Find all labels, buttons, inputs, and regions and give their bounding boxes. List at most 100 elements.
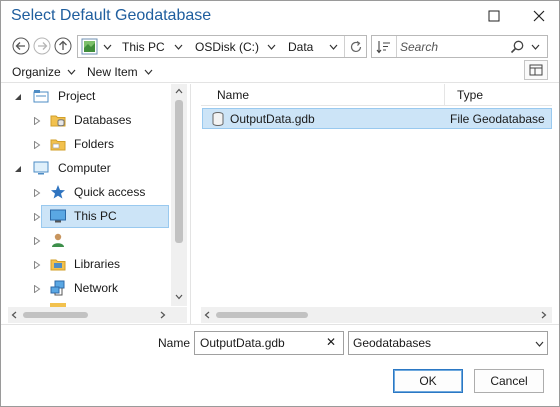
tree-label: Network	[74, 281, 119, 295]
collapsed-arrow-icon[interactable]	[33, 117, 41, 125]
refresh-button[interactable]	[347, 38, 365, 56]
name-label: Name	[158, 336, 191, 350]
list-horizontal-scrollbar[interactable]	[201, 307, 552, 323]
scroll-up-arrow-icon[interactable]	[175, 88, 183, 94]
filter-value: Geodatabases	[353, 336, 432, 350]
collapsed-arrow-icon[interactable]	[33, 285, 41, 293]
tree-label: Project	[58, 89, 96, 103]
tree-item-databases[interactable]: Databases	[0, 109, 170, 132]
column-type[interactable]: Type	[457, 88, 483, 102]
scroll-right-arrow-icon[interactable]	[160, 311, 166, 319]
column-name[interactable]: Name	[217, 88, 249, 102]
navigation-tree[interactable]: Project Databases Folders Computer Quick…	[0, 83, 188, 324]
back-arrow-icon	[12, 37, 30, 55]
scrollbar-thumb[interactable]	[175, 100, 183, 243]
name-input[interactable]	[200, 335, 320, 351]
tree-horizontal-scrollbar[interactable]	[8, 307, 171, 323]
tree-item-project[interactable]: Project	[0, 85, 170, 108]
organize-label: Organize	[12, 65, 61, 79]
sort-icon	[376, 41, 390, 54]
scroll-left-arrow-icon[interactable]	[204, 311, 210, 319]
tree-item-user[interactable]	[0, 229, 170, 252]
tree-item-folders[interactable]: Folders	[0, 133, 170, 156]
tree-item-libraries[interactable]: Libraries	[0, 253, 170, 276]
tree-item-this-pc[interactable]: This PC	[0, 205, 170, 228]
name-field[interactable]: ✕	[194, 331, 344, 355]
scrollbar-thumb[interactable]	[23, 312, 88, 318]
column-divider[interactable]	[444, 84, 445, 106]
breadcrumb-this-pc[interactable]: This PC	[122, 40, 165, 54]
tree-vertical-scrollbar[interactable]	[171, 84, 187, 306]
scroll-down-arrow-icon[interactable]	[175, 294, 183, 300]
collapsed-arrow-icon[interactable]	[33, 213, 41, 221]
divider	[0, 324, 560, 325]
close-icon	[533, 10, 545, 22]
details-pane-icon	[529, 64, 543, 76]
breadcrumb-osdisk[interactable]: OSDisk (C:)	[195, 40, 259, 54]
forward-button[interactable]	[33, 37, 51, 55]
project-icon	[33, 90, 49, 103]
chevron-down-icon	[144, 69, 153, 75]
database-folder-icon	[50, 115, 66, 127]
chevron-down-icon[interactable]	[531, 44, 540, 50]
computer-icon	[33, 161, 49, 175]
tree-label: Computer	[58, 161, 111, 175]
organize-menu[interactable]: Organize	[12, 63, 76, 81]
collapsed-arrow-icon[interactable]	[33, 189, 41, 197]
pane-splitter[interactable]	[190, 84, 191, 324]
chevron-down-icon[interactable]	[535, 341, 544, 347]
up-button[interactable]	[54, 37, 72, 55]
clear-icon[interactable]: ✕	[326, 335, 336, 349]
breadcrumb-data[interactable]: Data	[288, 40, 313, 54]
forward-arrow-icon	[33, 37, 51, 55]
chevron-down-icon[interactable]	[329, 44, 338, 50]
chevron-down-icon[interactable]	[267, 44, 276, 50]
divider	[396, 36, 397, 57]
search-input[interactable]	[400, 37, 510, 56]
scrollbar-corner	[171, 307, 187, 323]
chevron-down-icon[interactable]	[103, 44, 112, 50]
geodatabase-icon	[212, 112, 224, 126]
scroll-right-arrow-icon[interactable]	[541, 311, 547, 319]
address-bar[interactable]: This PC OSDisk (C:) Data	[77, 35, 367, 58]
search-box[interactable]	[371, 35, 548, 58]
scroll-left-arrow-icon[interactable]	[11, 311, 17, 319]
tree-label: Folders	[74, 137, 115, 151]
view-toggle-button[interactable]	[524, 60, 548, 80]
user-icon	[52, 233, 64, 247]
monitor-icon	[50, 209, 66, 223]
list-item[interactable]: OutputData.gdb File Geodatabase	[202, 108, 552, 129]
close-button[interactable]	[527, 5, 551, 27]
folder-icon	[50, 139, 66, 151]
collapsed-arrow-icon[interactable]	[33, 261, 41, 269]
tree-item-computer[interactable]: Computer	[0, 157, 170, 180]
star-icon	[51, 185, 65, 199]
collapsed-arrow-icon[interactable]	[33, 141, 41, 149]
item-type: File Geodatabase	[450, 112, 545, 126]
tree-item-quick-access[interactable]: Quick access	[0, 181, 170, 204]
cancel-button[interactable]: Cancel	[474, 369, 544, 393]
new-item-menu[interactable]: New Item	[87, 63, 153, 81]
tree-item-network[interactable]: Network	[0, 277, 170, 300]
network-icon	[50, 280, 65, 296]
tree-label: Libraries	[74, 257, 121, 271]
back-button[interactable]	[12, 37, 30, 55]
new-item-label: New Item	[87, 65, 138, 79]
column-header: Name Type	[201, 84, 552, 106]
window-title: Select Default Geodatabase	[11, 7, 212, 24]
tree-label: Databases	[74, 113, 132, 127]
location-icon	[81, 38, 98, 55]
sort-button[interactable]	[375, 38, 393, 56]
maximize-icon	[488, 10, 500, 22]
expanded-arrow-icon[interactable]	[14, 165, 22, 173]
filter-select[interactable]: Geodatabases	[348, 331, 548, 355]
ok-button[interactable]: OK	[393, 369, 463, 393]
collapsed-arrow-icon[interactable]	[33, 237, 41, 245]
search-icon[interactable]	[509, 39, 525, 55]
scrollbar-thumb[interactable]	[216, 312, 308, 318]
up-arrow-icon	[54, 37, 72, 55]
maximize-button[interactable]	[482, 5, 506, 27]
chevron-down-icon[interactable]	[174, 44, 183, 50]
expanded-arrow-icon[interactable]	[14, 93, 22, 101]
chevron-down-icon	[67, 69, 76, 75]
